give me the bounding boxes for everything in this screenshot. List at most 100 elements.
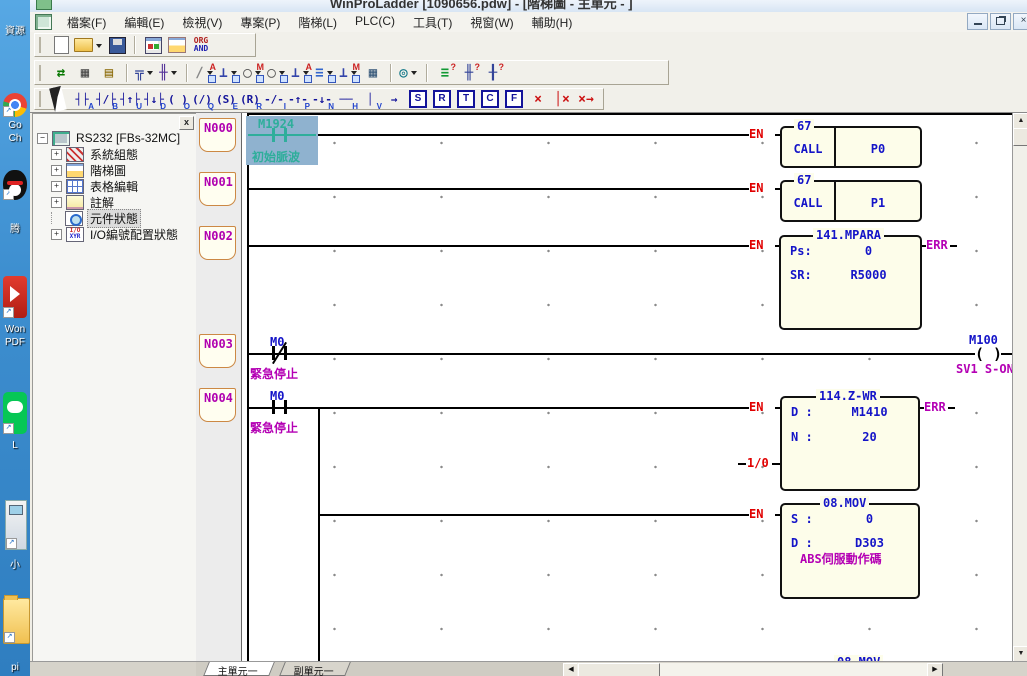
tree-item-1[interactable]: +階梯圖 [35,162,197,178]
expand-icon[interactable]: + [51,165,62,176]
function-box-icon[interactable]: F [503,88,525,110]
coil-tool-icon[interactable]: ◯ [266,62,288,84]
coil-symbol[interactable]: ( ) [975,345,1002,363]
coil-output-icon[interactable]: ( )O [167,88,189,110]
reset-box-icon[interactable]: R [431,88,453,110]
network-label[interactable]: N001 [199,172,236,206]
desktop-label-folder[interactable]: pi [0,662,30,673]
delete-icon[interactable]: × [527,88,549,110]
tree-item-2[interactable]: +表格編輯 [35,178,197,194]
menu-item-2[interactable]: 檢視(V) [173,12,231,33]
desktop-icon-line-app[interactable]: ↗ [3,392,27,434]
tab-unit-0[interactable]: 主單元一 [203,662,275,676]
close-button[interactable]: × [1013,13,1027,30]
desktop-icon-qq[interactable]: ↗ [3,170,27,200]
tree-root-rs232[interactable]: −RS232 [FBs-32MC] [35,130,197,146]
menu-item-8[interactable]: 輔助(H) [523,12,582,33]
edit-element-icon[interactable]: ∕A [194,62,216,84]
contact-nc-icon[interactable]: ┤/├B [95,88,117,110]
menu-item-7[interactable]: 視窗(W) [461,12,522,33]
dropdown-caret-icon[interactable] [147,71,153,78]
desktop-label-wondershare-pdf[interactable]: PDF [0,337,30,348]
tab-unit-1[interactable]: 副單元一 [279,662,351,676]
invert-icon[interactable]: -/-I [263,88,285,110]
desktop-label-qq[interactable]: 腾 [0,220,30,235]
replace-element-icon[interactable]: ⇄ [50,62,72,84]
status-query-icon[interactable]: ≡? [434,62,456,84]
expand-icon[interactable]: + [51,149,62,160]
tree-item-5[interactable]: +I/O編號配置狀態 [35,226,197,242]
vscroll-thumb[interactable] [1013,128,1027,146]
delete-vertical-icon[interactable]: │× [551,88,573,110]
set-box-icon[interactable]: S [407,88,429,110]
contact-no-icon[interactable]: ┤├A [71,88,93,110]
contact-falling-icon[interactable]: ┤↓├D [143,88,165,110]
mpara-block[interactable]: 141.MPARA Ps: 0 SR: R5000 [779,235,922,330]
timer-box-icon[interactable]: T [455,88,477,110]
menu-item-0[interactable]: 檔案(F) [58,12,115,33]
ic-element-icon[interactable]: ▦ [74,62,96,84]
minimize-button[interactable] [967,13,988,30]
delete-row-icon[interactable]: ×→ [575,88,597,110]
project-window-icon[interactable] [142,34,164,56]
menu-item-6[interactable]: 工具(T) [404,12,461,33]
dropdown-caret-icon[interactable] [411,71,417,78]
ladder-network-icon[interactable]: ╫ [158,62,180,84]
ladder-window-icon[interactable] [166,34,188,56]
network-label[interactable]: N004 [199,388,236,422]
zoom-monitor-icon[interactable]: ◎ [398,62,420,84]
tree-item-4[interactable]: 元件狀態 [35,210,197,226]
call-block-p1[interactable]: 67 CALL P1 [780,180,922,222]
org-and-icon[interactable]: ORGAND [190,34,212,56]
wire-tool-icon[interactable]: ⊥ [218,62,240,84]
expand-icon[interactable]: + [51,181,62,192]
coil-m-icon[interactable]: ◯M [242,62,264,84]
scroll-right-icon[interactable]: ▶ [927,663,943,676]
menu-item-3[interactable]: 專案(P) [231,12,289,33]
selected-contact-m1924[interactable]: M1924 初始脈波 [246,116,318,165]
desktop-icon-folder[interactable]: ↗ [3,598,30,644]
scroll-up-icon[interactable]: ▲ [1013,113,1027,129]
tree-item-0[interactable]: +系統組態 [35,146,197,162]
desktop-icon-chrome[interactable]: ↗ [3,93,27,117]
counter-box-icon[interactable]: C [479,88,501,110]
element-query-icon[interactable]: ╂? [482,62,504,84]
document-icon[interactable] [35,14,52,30]
element-m-icon[interactable]: ⊥M [338,62,360,84]
hscroll-thumb[interactable] [578,663,660,676]
vertical-scrollbar[interactable]: ▲ ▼ [1012,113,1027,662]
menu-item-1[interactable]: 編輯(E) [115,12,173,33]
arrow-icon[interactable]: → [383,88,405,110]
menu-item-4[interactable]: 階梯(L) [289,12,346,33]
coil-reset-icon[interactable]: (R)R [239,88,261,110]
desktop-icon-wondershare-pdf[interactable]: ↗ [3,276,27,318]
coil-set-icon[interactable]: (S)E [215,88,237,110]
ladder-query-icon[interactable]: ╫? [458,62,480,84]
network-label[interactable]: N003 [199,334,236,368]
restore-button[interactable] [990,13,1011,30]
expand-icon[interactable]: + [51,229,62,240]
horizontal-line-icon[interactable]: ──H [335,88,357,110]
reference-book-icon[interactable]: ▤ [98,62,120,84]
desktop-icon-calculator[interactable]: ↗ [5,500,27,550]
network-label[interactable]: N002 [199,226,236,260]
dropdown-caret-icon[interactable] [96,44,102,51]
desktop-label-wondershare-pdf[interactable]: Won [0,324,30,335]
network-label[interactable]: N000 [199,118,236,152]
expand-icon[interactable]: + [51,197,62,208]
panel-close-icon[interactable]: x [179,116,194,130]
contact-rising-icon[interactable]: ┤↑├U [119,88,141,110]
dropdown-caret-icon[interactable] [171,71,177,78]
open-file-icon[interactable] [74,34,104,56]
collapse-icon[interactable]: − [37,133,48,144]
new-file-icon[interactable] [50,34,72,56]
falling-edge-icon[interactable]: -↓-N [311,88,333,110]
coil-inverted-icon[interactable]: (/)Q [191,88,213,110]
save-file-icon[interactable] [106,34,128,56]
ladder-canvas[interactable]: M1924 初始脈波 EN 67 CALL P0 EN [242,113,1012,662]
desktop-label-line-app[interactable]: L [0,440,30,451]
scroll-down-icon[interactable]: ▼ [1013,646,1027,662]
vertical-line-icon[interactable]: │V [359,88,381,110]
desktop-label-calculator[interactable]: 小 [0,556,30,571]
zwr-block[interactable]: 114.Z-WR D : M1410 N : 20 [780,396,920,491]
